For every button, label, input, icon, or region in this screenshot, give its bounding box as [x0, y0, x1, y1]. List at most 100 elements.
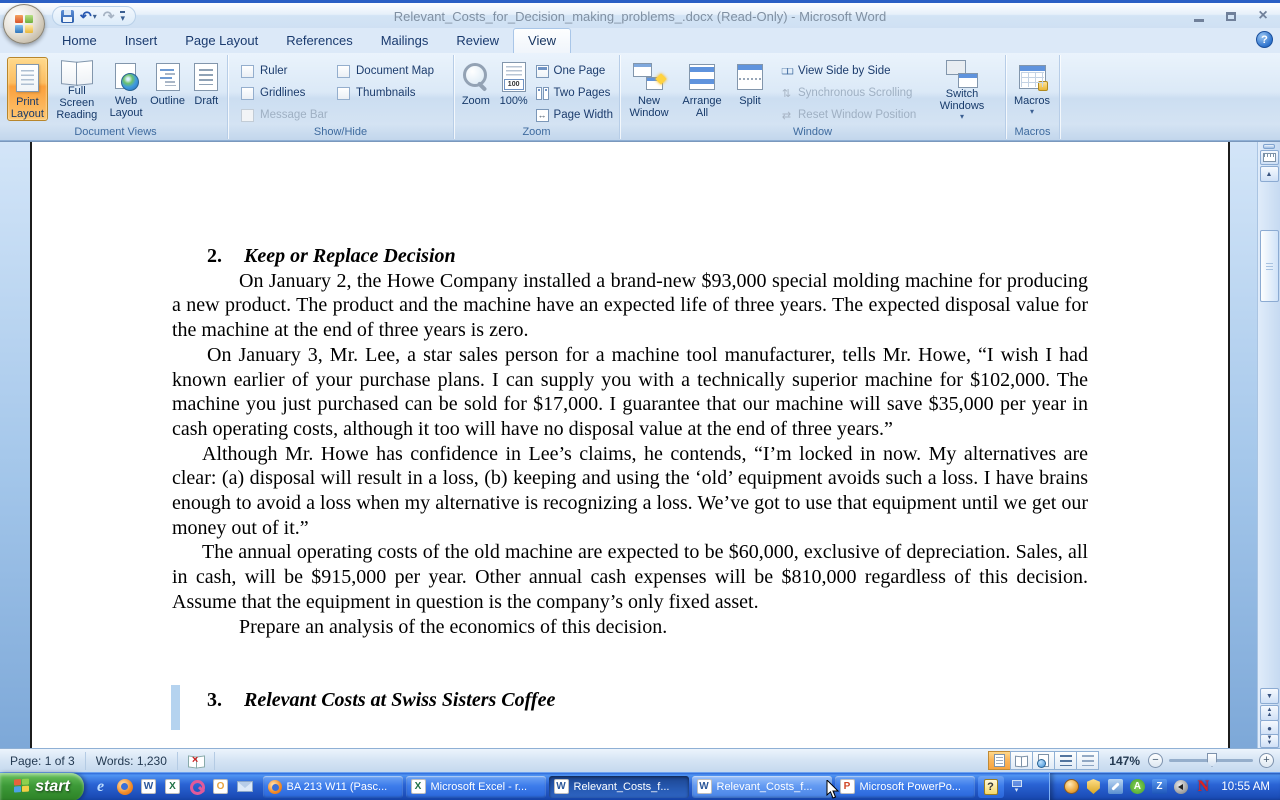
- scroll-up-button[interactable]: ▲: [1260, 166, 1279, 182]
- taskbar-group-chevron-button[interactable]: ▾: [1007, 776, 1027, 798]
- tab-review[interactable]: Review: [442, 29, 513, 53]
- scroll-down-button[interactable]: ▼: [1260, 688, 1279, 704]
- web-layout-view-icon: [1038, 754, 1049, 767]
- close-button[interactable]: ×: [1254, 8, 1272, 24]
- zoom-button[interactable]: Zoom: [457, 57, 495, 121]
- new-window-button[interactable]: New Window: [623, 57, 675, 121]
- help-button[interactable]: ?: [1256, 31, 1273, 48]
- word-count-status[interactable]: Words: 1,230: [86, 752, 178, 770]
- split-button[interactable]: Split: [729, 57, 771, 121]
- web-layout-button[interactable]: Web Layout: [106, 57, 147, 121]
- draft-view-button[interactable]: [1076, 751, 1099, 770]
- draft-button[interactable]: Draft: [189, 57, 224, 121]
- proofing-status-button[interactable]: ×: [178, 752, 215, 770]
- vertical-scrollbar[interactable]: ▲ ▼ ▲▲ ● ▼▼: [1257, 142, 1280, 749]
- tab-mailings[interactable]: Mailings: [367, 29, 443, 53]
- taskbar-button-label: Microsoft PowerPo...: [860, 781, 961, 793]
- one-page-button[interactable]: One Page: [533, 60, 616, 82]
- excel-quicklaunch-icon[interactable]: X: [163, 777, 182, 796]
- taskbar-button-word-2[interactable]: W Relevant_Costs_f...: [692, 776, 832, 798]
- full-screen-reading-view-button[interactable]: [1010, 751, 1033, 770]
- two-pages-icon: [536, 87, 549, 100]
- arrange-all-label: Arrange All: [677, 95, 727, 119]
- zoom-100-button[interactable]: 100 100%: [495, 57, 533, 121]
- thumbnails-checkbox-icon: [337, 87, 350, 100]
- tab-insert[interactable]: Insert: [111, 29, 172, 53]
- reset-window-position-button: ⇄Reset Window Position: [777, 104, 931, 126]
- zoom-in-button[interactable]: +: [1259, 753, 1274, 768]
- print-layout-view-button[interactable]: [988, 751, 1011, 770]
- outlook-icon[interactable]: O: [211, 777, 230, 796]
- scrollbar-thumb[interactable]: [1260, 230, 1279, 302]
- tray-shield-icon[interactable]: [1085, 779, 1101, 795]
- clock[interactable]: 10:55 AM: [1221, 781, 1270, 793]
- taskbar-button-word-1[interactable]: W Relevant_Costs_f...: [549, 776, 689, 798]
- switch-windows-button[interactable]: Switch Windows ▾: [931, 57, 993, 121]
- tab-view[interactable]: View: [513, 28, 571, 53]
- tray-tools-icon[interactable]: [1107, 779, 1123, 795]
- checkbox-gridlines[interactable]: Gridlines: [241, 82, 337, 104]
- outline-view-button[interactable]: [1054, 751, 1077, 770]
- tray-agent-icon[interactable]: [1063, 779, 1079, 795]
- taskbar-button-powerpoint[interactable]: P Microsoft PowerPo...: [835, 776, 975, 798]
- web-layout-view-button[interactable]: [1032, 751, 1055, 770]
- paragraph[interactable]: The annual operating costs of the old ma…: [172, 540, 1088, 614]
- section-2-heading[interactable]: 2. Keep or Replace Decision: [172, 244, 1088, 269]
- tab-page-layout[interactable]: Page Layout: [171, 29, 272, 53]
- view-side-by-side-button[interactable]: ❏❏View Side by Side: [777, 60, 931, 82]
- view-ruler-toggle-button[interactable]: [1260, 150, 1279, 165]
- tray-antivirus-icon[interactable]: A: [1129, 779, 1145, 795]
- password-key-icon[interactable]: [187, 777, 206, 796]
- firefox-icon[interactable]: [115, 777, 134, 796]
- document-page[interactable]: 2. Keep or Replace Decision On January 2…: [30, 142, 1230, 749]
- checkbox-ruler[interactable]: Ruler: [241, 60, 337, 82]
- arrange-all-button[interactable]: Arrange All: [675, 57, 729, 121]
- office-logo-tile: [15, 15, 23, 23]
- word-quicklaunch-icon[interactable]: W: [139, 777, 158, 796]
- restore-button[interactable]: [1222, 8, 1240, 24]
- tab-references[interactable]: References: [272, 29, 366, 53]
- tray-z-app-icon[interactable]: Z: [1151, 779, 1167, 795]
- group-label-macros: Macros: [1006, 126, 1059, 138]
- page-width-button[interactable]: ↔Page Width: [533, 104, 616, 126]
- paragraph[interactable]: On January 3, Mr. Lee, a star sales pers…: [172, 343, 1088, 442]
- gridlines-label: Gridlines: [260, 87, 305, 99]
- paragraph[interactable]: Prepare an analysis of the economics of …: [172, 615, 1088, 640]
- zoom-slider-track[interactable]: [1169, 759, 1253, 762]
- mail-icon[interactable]: [235, 777, 254, 796]
- office-button[interactable]: [3, 4, 45, 44]
- two-pages-button[interactable]: Two Pages: [533, 82, 616, 104]
- zoom-out-button[interactable]: −: [1148, 753, 1163, 768]
- tray-novell-icon[interactable]: N: [1195, 779, 1211, 795]
- section-3-heading[interactable]: 3. Relevant Costs at Swiss Sisters Coffe…: [172, 688, 1088, 713]
- checkbox-thumbnails[interactable]: Thumbnails: [337, 82, 447, 104]
- taskbar-button-excel[interactable]: X Microsoft Excel - r...: [406, 776, 546, 798]
- previous-page-button[interactable]: ▲▲: [1260, 705, 1279, 721]
- message-bar-checkbox-icon: [241, 109, 254, 122]
- taskbar-button-firefox[interactable]: BA 213 W11 (Pasc...: [263, 776, 403, 798]
- zoom-magnifier-icon: [461, 61, 491, 93]
- minimize-button[interactable]: [1190, 8, 1208, 24]
- taskbar-help-button[interactable]: ?: [978, 776, 1004, 798]
- page-count-status[interactable]: Page: 1 of 3: [0, 752, 86, 770]
- start-button[interactable]: start: [0, 773, 84, 800]
- new-window-label: New Window: [625, 95, 673, 119]
- paragraph[interactable]: Although Mr. Howe has confidence in Lee’…: [172, 442, 1088, 541]
- paragraph[interactable]: On January 2, the Howe Company installed…: [172, 269, 1088, 343]
- checkbox-document-map[interactable]: Document Map: [337, 60, 447, 82]
- macros-button[interactable]: Macros ▾: [1009, 57, 1055, 121]
- n-badge-icon: N: [1198, 778, 1210, 796]
- zoom-slider-thumb[interactable]: [1207, 753, 1217, 767]
- next-page-button[interactable]: ▼▼: [1260, 734, 1279, 748]
- switch-windows-label: Switch Windows: [933, 88, 991, 112]
- internet-explorer-icon[interactable]: e: [91, 777, 110, 796]
- tab-home[interactable]: Home: [48, 29, 111, 53]
- zoom-level[interactable]: 147%: [1109, 754, 1140, 768]
- split-handle[interactable]: [1263, 144, 1275, 149]
- outline-button[interactable]: Outline: [146, 57, 188, 121]
- tray-volume-icon[interactable]: [1173, 779, 1189, 795]
- document-text[interactable]: 2. Keep or Replace Decision On January 2…: [172, 244, 1088, 713]
- print-layout-button[interactable]: Print Layout: [7, 57, 48, 121]
- zoom-label: Zoom: [462, 95, 490, 107]
- full-screen-reading-button[interactable]: Full Screen Reading: [48, 57, 106, 121]
